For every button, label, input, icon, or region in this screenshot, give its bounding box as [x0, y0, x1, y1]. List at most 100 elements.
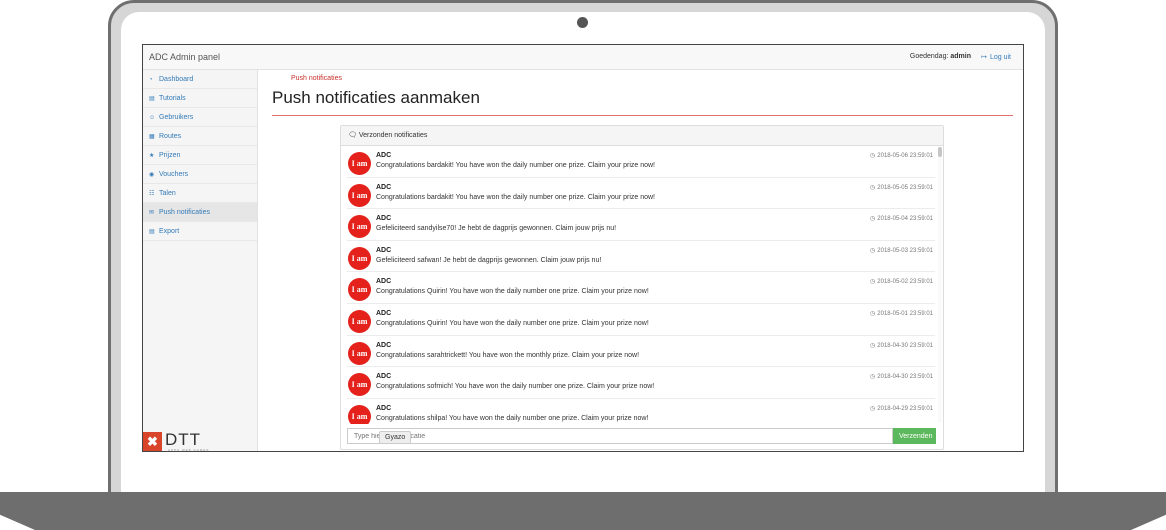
scrollbar-thumb[interactable] — [938, 147, 942, 157]
message-text: Congratulations Quirin! You have won the… — [376, 288, 649, 296]
top-navbar: ADC Admin panel Goedendag: admin ↦ Log ui… — [143, 45, 1023, 70]
message-timestamp: ◷ 2018-05-01 23:59:01 — [870, 310, 933, 317]
sidebar-item-export[interactable]: ▤ Export — [143, 222, 257, 241]
dtt-logo: ✖ DTT APPS WEB GAMES — [143, 429, 213, 452]
laptop-base — [0, 492, 1166, 530]
sidebar-item-dashboard[interactable]: ◔ Dashboard — [143, 70, 257, 89]
sidebar-item-label: Dashboard — [159, 76, 194, 83]
trophy-icon: ★ — [149, 153, 155, 159]
list-item: I am ADC Congratulations bardakit! You hav… — [347, 146, 935, 178]
avatar: I am — [348, 246, 371, 270]
greeting: Goedendag: admin — [910, 53, 971, 60]
page-title: Push notificaties aanmaken — [272, 88, 480, 107]
list-item: I am ADC Congratulations shilpa! You have … — [347, 399, 935, 424]
scrollbar[interactable] — [938, 147, 942, 423]
avatar: I am — [348, 215, 371, 239]
title-divider — [272, 115, 1013, 116]
list-item: I am ADC Gefeliciteerd sandyilse70! Je heb… — [347, 209, 935, 241]
sidebar-item-vouchers[interactable]: ◉ Vouchers — [143, 165, 257, 184]
gyazo-tooltip: Gyazo — [379, 431, 412, 444]
message-timestamp: ◷ 2018-05-05 23:59:01 — [870, 184, 933, 191]
logout-link[interactable]: ↦ Log uit — [981, 53, 1011, 61]
brand-title[interactable]: ADC Admin panel — [149, 52, 220, 62]
message-time: 2018-05-02 23:59:01 — [877, 279, 933, 286]
panel-title: Verzonden notificaties — [358, 132, 428, 139]
message-sender: ADC — [376, 341, 392, 349]
sidebar-item-label: Gebruikers — [159, 114, 194, 121]
dtt-logo-text: DTT — [165, 430, 202, 449]
send-button[interactable]: Verzenden — [893, 428, 936, 444]
message-time: 2018-05-04 23:59:01 — [877, 216, 933, 223]
message-sender: ADC — [376, 246, 392, 254]
camera-icon — [577, 17, 588, 28]
message-time: 2018-04-30 23:59:01 — [877, 374, 933, 381]
message-time: 2018-05-06 23:59:01 — [877, 153, 933, 159]
clock-icon: ◷ — [870, 184, 876, 191]
clock-icon: ◷ — [870, 405, 876, 412]
message-timestamp: ◷ 2018-04-30 23:59:01 — [870, 373, 933, 380]
list-item: I am ADC Congratulations sofmich! You have… — [347, 367, 935, 399]
avatar: I am — [348, 278, 371, 302]
message-timestamp: ◷ 2018-05-06 23:59:01 — [870, 152, 933, 159]
message-text: Gefeliciteerd safwan! Je hebt de dagprij… — [376, 256, 602, 264]
message-text: Congratulations shilpa! You have won the… — [376, 414, 649, 422]
notifications-panel: 🗨 Verzonden notificaties I am ADC Congratu… — [340, 125, 944, 450]
message-sender: ADC — [376, 215, 392, 223]
message-time: 2018-04-29 23:59:01 — [877, 405, 933, 412]
message-time: 2018-05-03 23:59:01 — [877, 247, 933, 254]
list-item: I am ADC Congratulations bardakit! You hav… — [347, 178, 935, 210]
avatar: I am — [348, 341, 371, 365]
panel-header: 🗨 Verzonden notificaties — [341, 126, 943, 146]
clock-icon: ◷ — [870, 374, 876, 381]
message-timestamp: ◷ 2018-04-30 23:59:01 — [870, 342, 933, 349]
message-timestamp: ◷ 2018-04-29 23:59:01 — [870, 405, 933, 412]
sidebar-item-talen[interactable]: ☷ Talen — [143, 184, 257, 203]
message-time: 2018-05-05 23:59:01 — [877, 184, 933, 191]
users-icon: ☺ — [149, 115, 156, 121]
message-sender: ADC — [376, 183, 392, 191]
language-icon: ☷ — [149, 191, 155, 197]
dashboard-icon: ◔ — [149, 77, 153, 83]
message-timestamp: ◷ 2018-05-03 23:59:01 — [870, 247, 933, 254]
logout-icon: ↦ — [981, 54, 987, 61]
greeting-prefix: Goedendag: — [909, 53, 949, 60]
sidebar-item-label: Export — [159, 228, 180, 235]
clock-icon: ◷ — [870, 310, 876, 317]
chat-icon: 🗨 — [348, 132, 357, 139]
file-icon: ▤ — [149, 229, 155, 235]
sidebar-item-gebruikers[interactable]: ☺ Gebruikers — [143, 108, 257, 127]
sidebar-item-label: Tutorials — [159, 95, 186, 102]
message-sender: ADC — [376, 278, 392, 286]
message-list[interactable]: I am ADC Congratulations bardakit! You hav… — [341, 146, 943, 424]
message-sender: ADC — [376, 309, 392, 317]
sidebar-item-label: Push notificaties — [159, 209, 210, 216]
sidebar-nav: ◔ Dashboard ▤ Tutorials ☺ Gebruikers ▦ Routes ★ P… — [143, 70, 257, 241]
message-text: Gefeliciteerd sandyilse70! Je hebt de da… — [376, 225, 617, 233]
sidebar-item-prijzen[interactable]: ★ Prijzen — [143, 146, 257, 165]
avatar: I am — [348, 373, 371, 397]
clock-icon: ◷ — [870, 153, 876, 159]
screen: ADC Admin panel Goedendag: admin ↦ Log ui… — [142, 44, 1024, 452]
map-icon: ▦ — [149, 134, 155, 140]
dtt-logo-mark: ✖ — [143, 432, 162, 451]
sidebar-item-routes[interactable]: ▦ Routes — [143, 127, 257, 146]
compose-row: Verzenden — [347, 428, 936, 444]
dtt-logo-sub: APPS WEB GAMES — [168, 448, 210, 452]
sidebar-item-label: Routes — [159, 133, 182, 140]
sidebar-item-tutorials[interactable]: ▤ Tutorials — [143, 89, 257, 108]
message-text: Congratulations bardakit! You have won t… — [376, 193, 655, 201]
list-item: I am ADC Congratulations sarahtrickett! Yo… — [347, 336, 935, 368]
avatar: I am — [348, 309, 371, 333]
message-time: 2018-05-01 23:59:01 — [877, 310, 933, 317]
list-item: I am ADC Congratulations Quirin! You have … — [347, 304, 935, 336]
sidebar-item-label: Talen — [159, 190, 176, 197]
message-timestamp: ◷ 2018-05-04 23:59:01 — [870, 215, 933, 222]
sidebar-item-label: Prijzen — [159, 152, 181, 159]
message-text: Congratulations bardakit! You have won t… — [376, 162, 655, 169]
notification-input[interactable] — [347, 428, 893, 444]
breadcrumb[interactable]: Push notificaties — [291, 75, 342, 82]
message-time: 2018-04-30 23:59:01 — [877, 342, 933, 349]
avatar: I am — [348, 152, 371, 175]
sidebar-item-push-notificaties[interactable]: ✉ Push notificaties — [143, 203, 257, 222]
clock-icon: ◷ — [870, 247, 876, 254]
